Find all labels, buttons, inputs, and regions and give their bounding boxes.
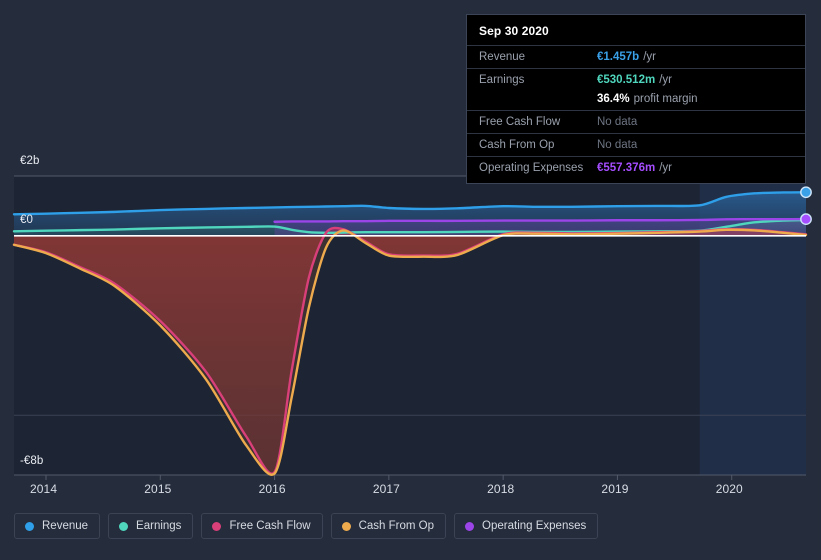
tooltip-row-label: Free Cash Flow [479, 116, 561, 128]
legend-item-label: Free Cash Flow [229, 520, 311, 532]
tooltip-row-value: €557.376m [597, 162, 656, 174]
x-axis-label: 2018 [487, 482, 515, 496]
endpoint-dot[interactable] [800, 213, 812, 226]
y-axis-label-zero: €0 [20, 213, 33, 226]
data-tooltip: Sep 30 2020 Revenue €1.457b/yr Earnings €53… [466, 14, 806, 184]
financial-chart: €2b €0 -€8b 2014 2015 2016 2017 2018 2019 2020… [0, 0, 821, 560]
tooltip-row-unit: profit margin [633, 93, 698, 105]
chart-legend[interactable]: Revenue Earnings Free Cash Flow Cash From O… [14, 513, 599, 539]
tooltip-row-unit: /yr [659, 162, 672, 174]
tooltip-row-value: 36.4% [597, 93, 630, 105]
tooltip-row-value: No data [597, 116, 638, 128]
tooltip-row: Operating Expenses €557.376m/yr [467, 156, 805, 179]
legend-item-label: Earnings [136, 520, 182, 532]
tooltip-row-unit: /yr [659, 74, 672, 86]
tooltip-row-label: Cash From Op [479, 139, 555, 151]
y-axis-label-top: €2b [20, 155, 40, 167]
legend-item-operating-expenses[interactable]: Operating Expenses [454, 513, 599, 539]
x-axis-label: 2016 [258, 482, 286, 496]
tooltip-row-value: €530.512m [597, 74, 656, 86]
tooltip-row-label: Earnings [479, 74, 525, 86]
legend-item-free-cash-flow[interactable]: Free Cash Flow [201, 513, 323, 539]
legend-color-dot-icon [212, 521, 222, 531]
tooltip-row-unit: /yr [643, 51, 656, 63]
tooltip-rows: Revenue €1.457b/yr Earnings €530.512m/yr 36.… [467, 45, 805, 179]
legend-item-label: Cash From Op [358, 520, 435, 532]
tooltip-row: 36.4% profit margin [467, 91, 805, 110]
legend-color-dot-icon [119, 521, 129, 531]
tooltip-row-value: No data [597, 139, 638, 151]
x-axis-label: 2020 [715, 482, 743, 496]
tooltip-row: Revenue €1.457b/yr [467, 45, 805, 68]
endpoint-dot[interactable] [800, 186, 812, 199]
legend-item-label: Operating Expenses [482, 520, 587, 532]
legend-color-dot-icon [465, 521, 475, 531]
tooltip-row-label: Operating Expenses [479, 162, 584, 174]
legend-item-revenue[interactable]: Revenue [14, 513, 101, 539]
x-axis-label: 2015 [144, 482, 172, 496]
x-axis-label: 2019 [601, 482, 629, 496]
tooltip-row: Cash From Op No data [467, 133, 805, 156]
legend-color-dot-icon [341, 521, 351, 531]
tooltip-row-label: Revenue [479, 51, 526, 63]
legend-item-cash-from-op[interactable]: Cash From Op [330, 513, 447, 539]
tooltip-date: Sep 30 2020 [479, 24, 549, 38]
tooltip-row: Earnings €530.512m/yr [467, 68, 805, 91]
x-axis-label: 2014 [30, 482, 58, 496]
tooltip-row-value: €1.457b [597, 51, 640, 63]
x-axis-label: 2017 [372, 482, 400, 496]
tooltip-row: Free Cash Flow No data [467, 110, 805, 133]
legend-item-label: Revenue [42, 520, 89, 532]
y-axis-label-bottom: -€8b [20, 455, 44, 467]
legend-item-earnings[interactable]: Earnings [108, 513, 194, 539]
legend-color-dot-icon [25, 521, 34, 531]
